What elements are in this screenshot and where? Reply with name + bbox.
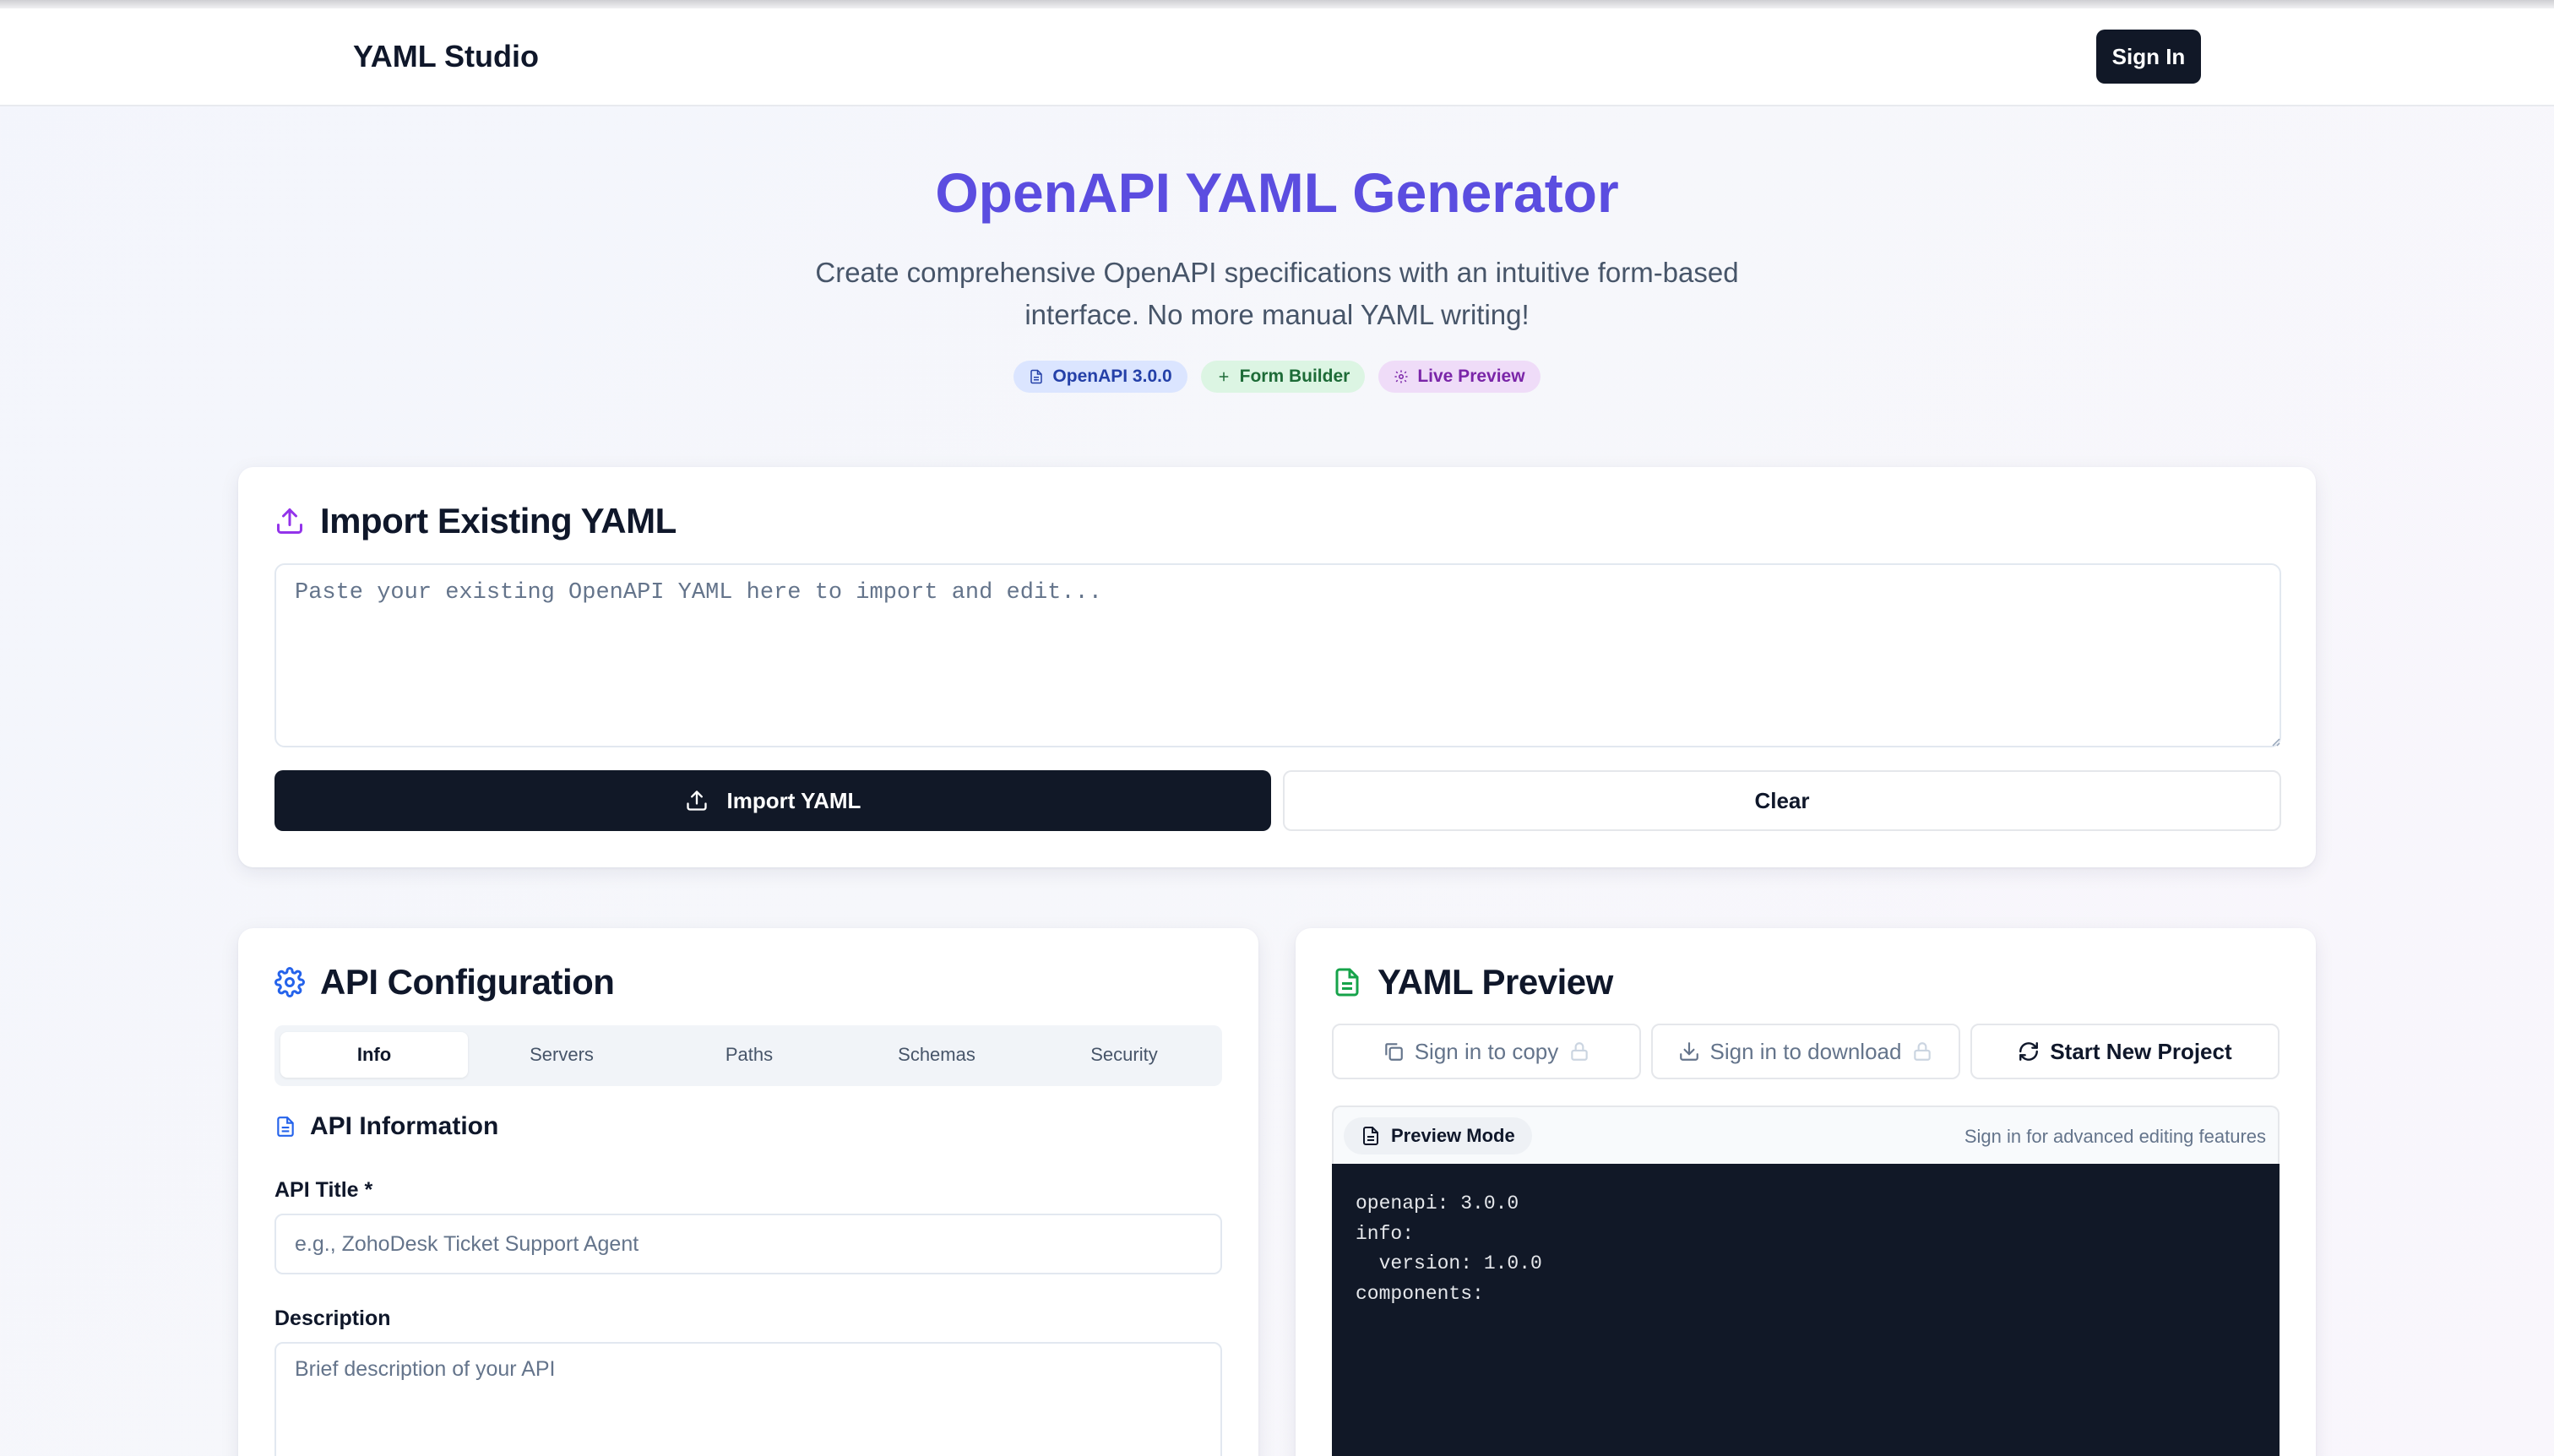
file-icon: [1030, 369, 1043, 384]
config-tabs: Info Servers Paths Schemas Security: [274, 1025, 1222, 1086]
api-information-heading: API Information: [274, 1112, 498, 1141]
file-icon: [277, 1116, 294, 1137]
import-title-text: Import Existing YAML: [320, 501, 677, 541]
plus-icon: [1219, 372, 1228, 382]
new-project-label: Start New Project: [2050, 1038, 2232, 1064]
tab-schemas[interactable]: Schemas: [843, 1032, 1030, 1078]
badge-openapi-version: OpenAPI 3.0.0: [1013, 361, 1187, 393]
top-navbar: YAML Studio Sign In: [0, 8, 2554, 106]
refresh-icon: [2019, 1042, 2039, 1061]
window-top-shadow: [0, 0, 2554, 8]
code-line: version: 1.0.0: [1356, 1252, 1542, 1274]
import-yaml-button[interactable]: Import YAML: [274, 770, 1271, 831]
preview-header-bar: Preview Mode Sign in for advanced editin…: [1332, 1106, 2280, 1165]
api-title-input[interactable]: e.g., ZohoDesk Ticket Support Agent: [274, 1214, 1222, 1274]
badge-live-preview: Live Preview: [1378, 361, 1541, 393]
tab-paths[interactable]: Paths: [655, 1032, 843, 1078]
import-button-label: Import YAML: [726, 787, 861, 813]
api-configuration-card: API Configuration Info Servers Paths Sch…: [238, 928, 1258, 1456]
badge-label: Form Builder: [1239, 367, 1350, 386]
badge-label: Live Preview: [1417, 367, 1525, 386]
lock-icon: [1914, 1042, 1932, 1061]
gear-icon: [274, 967, 305, 997]
resize-grip-icon[interactable]: [2268, 734, 2281, 747]
upload-icon: [686, 790, 707, 811]
tab-info[interactable]: Info: [280, 1032, 468, 1078]
lock-icon: [1571, 1042, 1589, 1061]
start-new-project-button[interactable]: Start New Project: [1970, 1024, 2280, 1079]
code-line: info:: [1356, 1222, 1415, 1245]
preview-mode-badge: Preview Mode: [1344, 1117, 1532, 1154]
import-card-title: Import Existing YAML: [274, 501, 677, 541]
preview-card-title: YAML Preview: [1332, 962, 1613, 1002]
file-icon: [1363, 1127, 1378, 1145]
copy-label: Sign in to copy: [1414, 1038, 1559, 1064]
page-subtitle: Create comprehensive OpenAPI specificati…: [770, 252, 1784, 336]
tab-servers[interactable]: Servers: [468, 1032, 655, 1078]
download-label: Sign in to download: [1709, 1038, 1902, 1064]
badge-label: OpenAPI 3.0.0: [1052, 367, 1172, 386]
copy-button[interactable]: Sign in to copy: [1332, 1024, 1641, 1079]
yaml-preview-card: YAML Preview Sign in to copy Sign in to …: [1296, 928, 2316, 1456]
subtitle-line-1: Create comprehensive OpenAPI specificati…: [815, 257, 1739, 288]
preview-title-text: YAML Preview: [1378, 962, 1613, 1002]
subtitle-line-2: interface. No more manual YAML writing!: [1024, 299, 1530, 330]
clear-button[interactable]: Clear: [1283, 770, 2281, 831]
advanced-editing-note: Sign in for advanced editing features: [1964, 1126, 2266, 1147]
yaml-import-textarea[interactable]: Paste your existing OpenAPI YAML here to…: [274, 563, 2281, 747]
sign-in-button[interactable]: Sign In: [2096, 30, 2201, 84]
file-text-icon: [1335, 968, 1359, 997]
section-title-text: API Information: [310, 1112, 499, 1140]
download-button[interactable]: Sign in to download: [1651, 1024, 1960, 1079]
description-textarea[interactable]: Brief description of your API: [274, 1342, 1222, 1456]
page-title: OpenAPI YAML Generator: [935, 161, 1619, 224]
badge-form-builder: Form Builder: [1200, 361, 1366, 393]
api-title-label: API Title *: [274, 1178, 373, 1202]
config-title-text: API Configuration: [320, 962, 615, 1002]
feature-badges: OpenAPI 3.0.0 Form Builder Live Preview: [0, 361, 2554, 393]
brand-logo-text[interactable]: YAML Studio: [353, 39, 539, 74]
description-label: Description: [274, 1307, 391, 1330]
download-icon: [1679, 1042, 1698, 1061]
copy-icon: [1384, 1043, 1403, 1061]
upload-icon: [277, 508, 302, 534]
preview-mode-label: Preview Mode: [1391, 1125, 1515, 1146]
gear-icon: [1394, 370, 1408, 383]
code-line: components:: [1356, 1282, 1484, 1305]
config-card-title: API Configuration: [274, 962, 615, 1002]
import-yaml-card: Import Existing YAML Paste your existing…: [238, 467, 2316, 867]
code-line: openapi: 3.0.0: [1356, 1193, 1519, 1214]
yaml-code-preview[interactable]: openapi: 3.0.0 info: version: 1.0.0 compon…: [1332, 1164, 2280, 1456]
tab-security[interactable]: Security: [1030, 1032, 1218, 1078]
